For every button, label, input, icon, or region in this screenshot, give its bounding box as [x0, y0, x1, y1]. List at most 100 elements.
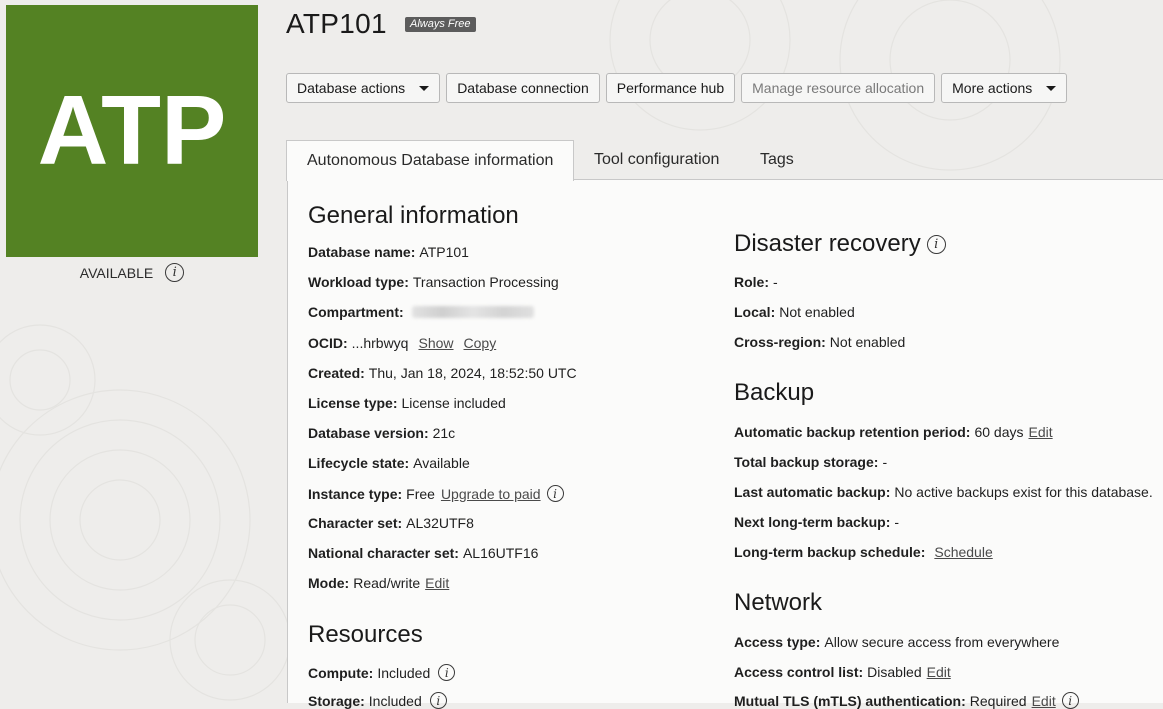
compartment-value-redacted: [411, 306, 534, 318]
field-label: Last automatic backup:: [734, 484, 891, 500]
backup-retention-row: Automatic backup retention period: 60 da…: [734, 424, 1053, 440]
field-label: Compartment:: [308, 304, 404, 320]
button-label: Database actions: [297, 80, 406, 96]
field-label: Storage:: [308, 692, 365, 709]
field-value: AL32UTF8: [406, 515, 474, 531]
always-free-badge: Always Free: [405, 17, 476, 32]
field-label: License type:: [308, 395, 398, 411]
field-value: Disabled: [867, 664, 922, 680]
field-value: Not enabled: [829, 334, 906, 350]
details-panel: General information Database name: ATP10…: [287, 180, 1163, 709]
database-actions-button[interactable]: Database actions: [286, 73, 441, 103]
database-connection-button[interactable]: Database connection: [446, 73, 600, 103]
field-label: Automatic backup retention period:: [734, 424, 971, 440]
field-label: Access control list:: [734, 664, 864, 680]
info-icon[interactable]: i: [1061, 692, 1079, 709]
performance-hub-button[interactable]: Performance hub: [605, 73, 736, 103]
heading-text: Disaster recovery: [734, 230, 921, 257]
field-label: Mode:: [308, 575, 350, 591]
field-value: Included: [377, 664, 431, 681]
field-label: Long-term backup schedule:: [734, 544, 926, 560]
field-value: ATP101: [419, 244, 469, 260]
field-value: No active backups exist for this databas…: [894, 484, 1153, 500]
field-value: Included: [368, 692, 422, 709]
action-toolbar: Database actions Database connection Per…: [286, 73, 1068, 103]
schedule-link[interactable]: Schedule: [934, 544, 992, 560]
info-icon[interactable]: i: [546, 485, 564, 502]
field-label: Database name:: [308, 244, 416, 260]
field-value: 21c: [432, 425, 456, 441]
tile-label: ATP: [37, 74, 227, 185]
network-heading: Network: [734, 589, 823, 616]
tab-tool-configuration[interactable]: Tool configuration: [594, 140, 719, 180]
tab-bar: Autonomous Database information Tool con…: [286, 140, 1163, 181]
button-label: Manage resource allocation: [752, 80, 925, 96]
total-backup-storage-row: Total backup storage: -: [734, 454, 887, 470]
ocid-copy-link[interactable]: Copy: [464, 335, 497, 351]
caret-down-icon: [419, 85, 430, 91]
lifecycle-state-row: Lifecycle state: Available: [308, 455, 470, 471]
field-label: Role:: [734, 274, 769, 290]
field-label: National character set:: [308, 545, 459, 561]
field-value: Free: [406, 485, 435, 502]
status-label: AVAILABLE: [79, 264, 154, 281]
workload-type-row: Workload type: Transaction Processing: [308, 274, 559, 290]
compute-row: Compute: Included i: [308, 664, 456, 681]
upgrade-to-paid-link[interactable]: Upgrade to paid: [441, 486, 541, 502]
field-label: Mutual TLS (mTLS) authentication:: [734, 692, 966, 709]
field-value: Read/write: [353, 575, 421, 591]
storage-row: Storage: Included i: [308, 692, 447, 709]
more-actions-button[interactable]: More actions: [941, 73, 1068, 103]
database-version-row: Database version: 21c: [308, 425, 455, 441]
access-type-row: Access type: Allow secure access from ev…: [734, 634, 1059, 650]
field-label: OCID:: [308, 335, 348, 351]
retention-edit-link[interactable]: Edit: [1029, 424, 1053, 440]
compartment-row: Compartment:: [308, 304, 534, 320]
tab-tags[interactable]: Tags: [760, 140, 794, 180]
info-icon[interactable]: i: [429, 692, 447, 709]
info-icon[interactable]: i: [165, 263, 185, 282]
field-label: Next long-term backup:: [734, 514, 891, 530]
field-value: -: [894, 514, 900, 530]
page-title: ATP101: [286, 8, 387, 39]
role-row: Role: -: [734, 274, 778, 290]
field-label: Workload type:: [308, 274, 409, 290]
last-automatic-backup-row: Last automatic backup: No active backups…: [734, 484, 1153, 500]
long-term-backup-schedule-row: Long-term backup schedule: Schedule: [734, 544, 993, 560]
field-label: Instance type:: [308, 485, 403, 502]
lifecycle-status: AVAILABLE i: [0, 263, 264, 282]
info-icon[interactable]: i: [438, 664, 456, 681]
field-value: ...hrbwyq: [351, 335, 409, 351]
field-label: Character set:: [308, 515, 403, 531]
acl-edit-link[interactable]: Edit: [927, 664, 951, 680]
mode-edit-link[interactable]: Edit: [425, 575, 449, 591]
local-row: Local: Not enabled: [734, 304, 855, 320]
ocid-show-link[interactable]: Show: [418, 335, 453, 351]
created-row: Created: Thu, Jan 18, 2024, 18:52:50 UTC: [308, 365, 577, 381]
field-value: -: [773, 274, 778, 290]
tab-autonomous-database-information[interactable]: Autonomous Database information: [286, 140, 575, 181]
manage-resource-allocation-button[interactable]: Manage resource allocation: [741, 73, 936, 103]
cross-region-row: Cross-region: Not enabled: [734, 334, 905, 350]
button-label: More actions: [952, 80, 1033, 96]
instance-type-row: Instance type: Free Upgrade to paid i: [308, 485, 564, 502]
field-value: Not enabled: [779, 304, 855, 320]
database-name-row: Database name: ATP101: [308, 244, 469, 260]
field-value: Required: [969, 692, 1027, 709]
mtls-row: Mutual TLS (mTLS) authentication: Requir…: [734, 692, 1079, 709]
button-label: Database connection: [457, 80, 589, 96]
general-information-heading: General information: [308, 202, 519, 229]
character-set-row: Character set: AL32UTF8: [308, 515, 474, 531]
field-label: Created:: [308, 365, 365, 381]
access-control-list-row: Access control list: Disabled Edit: [734, 664, 951, 680]
caret-down-icon: [1046, 85, 1057, 91]
mtls-edit-link[interactable]: Edit: [1032, 693, 1056, 709]
field-label: Cross-region:: [734, 334, 826, 350]
resources-heading: Resources: [308, 621, 423, 648]
status-tile: ATP: [6, 5, 258, 257]
field-label: Database version:: [308, 425, 429, 441]
mode-row: Mode: Read/write Edit: [308, 575, 449, 591]
field-value: Thu, Jan 18, 2024, 18:52:50 UTC: [368, 365, 577, 381]
info-icon[interactable]: i: [926, 234, 946, 254]
field-value: 60 days: [974, 424, 1024, 440]
